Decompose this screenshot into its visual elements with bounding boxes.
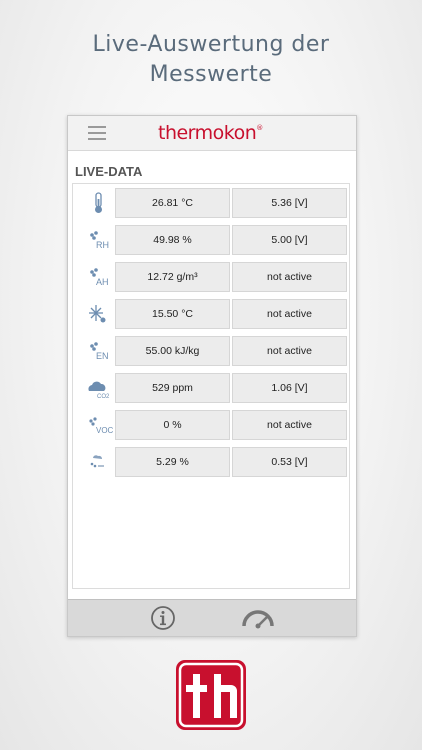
- app-screen: thermokon® LIVE-DATA 26.81 °C 5.36 [V] R…: [67, 115, 357, 637]
- output-value: not active: [232, 299, 347, 329]
- app-bar: thermokon®: [68, 116, 356, 151]
- brand-registered-mark: ®: [256, 124, 263, 132]
- measured-value: 49.98 %: [115, 225, 230, 255]
- measured-value: 15.50 °C: [115, 299, 230, 329]
- info-icon[interactable]: [150, 605, 176, 631]
- voc-icon: VOC: [89, 417, 114, 435]
- data-row: 5.29 % 0.53 [V]: [73, 447, 349, 477]
- ah-label: AH: [96, 277, 109, 287]
- section-title: LIVE-DATA: [75, 164, 143, 179]
- co2-label: CO2: [97, 394, 110, 400]
- output-value: 0.53 [V]: [232, 447, 347, 477]
- headline-line-1: Live-Auswertung der: [92, 32, 330, 57]
- headline-line-2: Messwerte: [149, 62, 273, 87]
- output-value: not active: [232, 262, 347, 292]
- data-row: EN 55.00 kJ/kg not active: [73, 336, 349, 366]
- air-quality-icon: [90, 455, 104, 468]
- measured-value: 26.81 °C: [115, 188, 230, 218]
- headline: Live-Auswertung der Messwerte: [0, 30, 422, 90]
- enthalpy-icon: EN: [90, 342, 109, 361]
- voc-label: VOC: [96, 426, 114, 435]
- data-row: CO2 529 ppm 1.06 [V]: [73, 373, 349, 403]
- thermometer-icon: [95, 192, 102, 213]
- data-row: 15.50 °C not active: [73, 299, 349, 329]
- measured-value: 0 %: [115, 410, 230, 440]
- output-value: not active: [232, 410, 347, 440]
- measured-value: 55.00 kJ/kg: [115, 336, 230, 366]
- output-value: not active: [232, 336, 347, 366]
- co2-icon: CO2: [88, 381, 110, 400]
- absolute-humidity-icon: AH: [90, 268, 109, 287]
- output-value: 5.36 [V]: [232, 188, 347, 218]
- rh-label: RH: [96, 240, 109, 250]
- measured-value: 5.29 %: [115, 447, 230, 477]
- menu-icon[interactable]: [88, 126, 106, 140]
- data-row: AH 12.72 g/m³ not active: [73, 262, 349, 292]
- measured-value: 529 ppm: [115, 373, 230, 403]
- gauge-icon[interactable]: [240, 606, 276, 630]
- thermokon-logo: [176, 660, 246, 730]
- live-data-panel: 26.81 °C 5.36 [V] RH 49.98 % 5.00 [V] AH…: [72, 183, 350, 589]
- data-row: RH 49.98 % 5.00 [V]: [73, 225, 349, 255]
- output-value: 1.06 [V]: [232, 373, 347, 403]
- data-row: VOC 0 % not active: [73, 410, 349, 440]
- output-value: 5.00 [V]: [232, 225, 347, 255]
- en-label: EN: [96, 351, 109, 361]
- bottom-nav: [68, 599, 356, 636]
- data-row: 26.81 °C 5.36 [V]: [73, 188, 349, 218]
- brand-logo: thermokon®: [158, 122, 263, 144]
- brand-name: thermokon: [158, 122, 257, 144]
- dew-point-icon: [89, 305, 106, 323]
- measured-value: 12.72 g/m³: [115, 262, 230, 292]
- relative-humidity-icon: RH: [90, 231, 109, 250]
